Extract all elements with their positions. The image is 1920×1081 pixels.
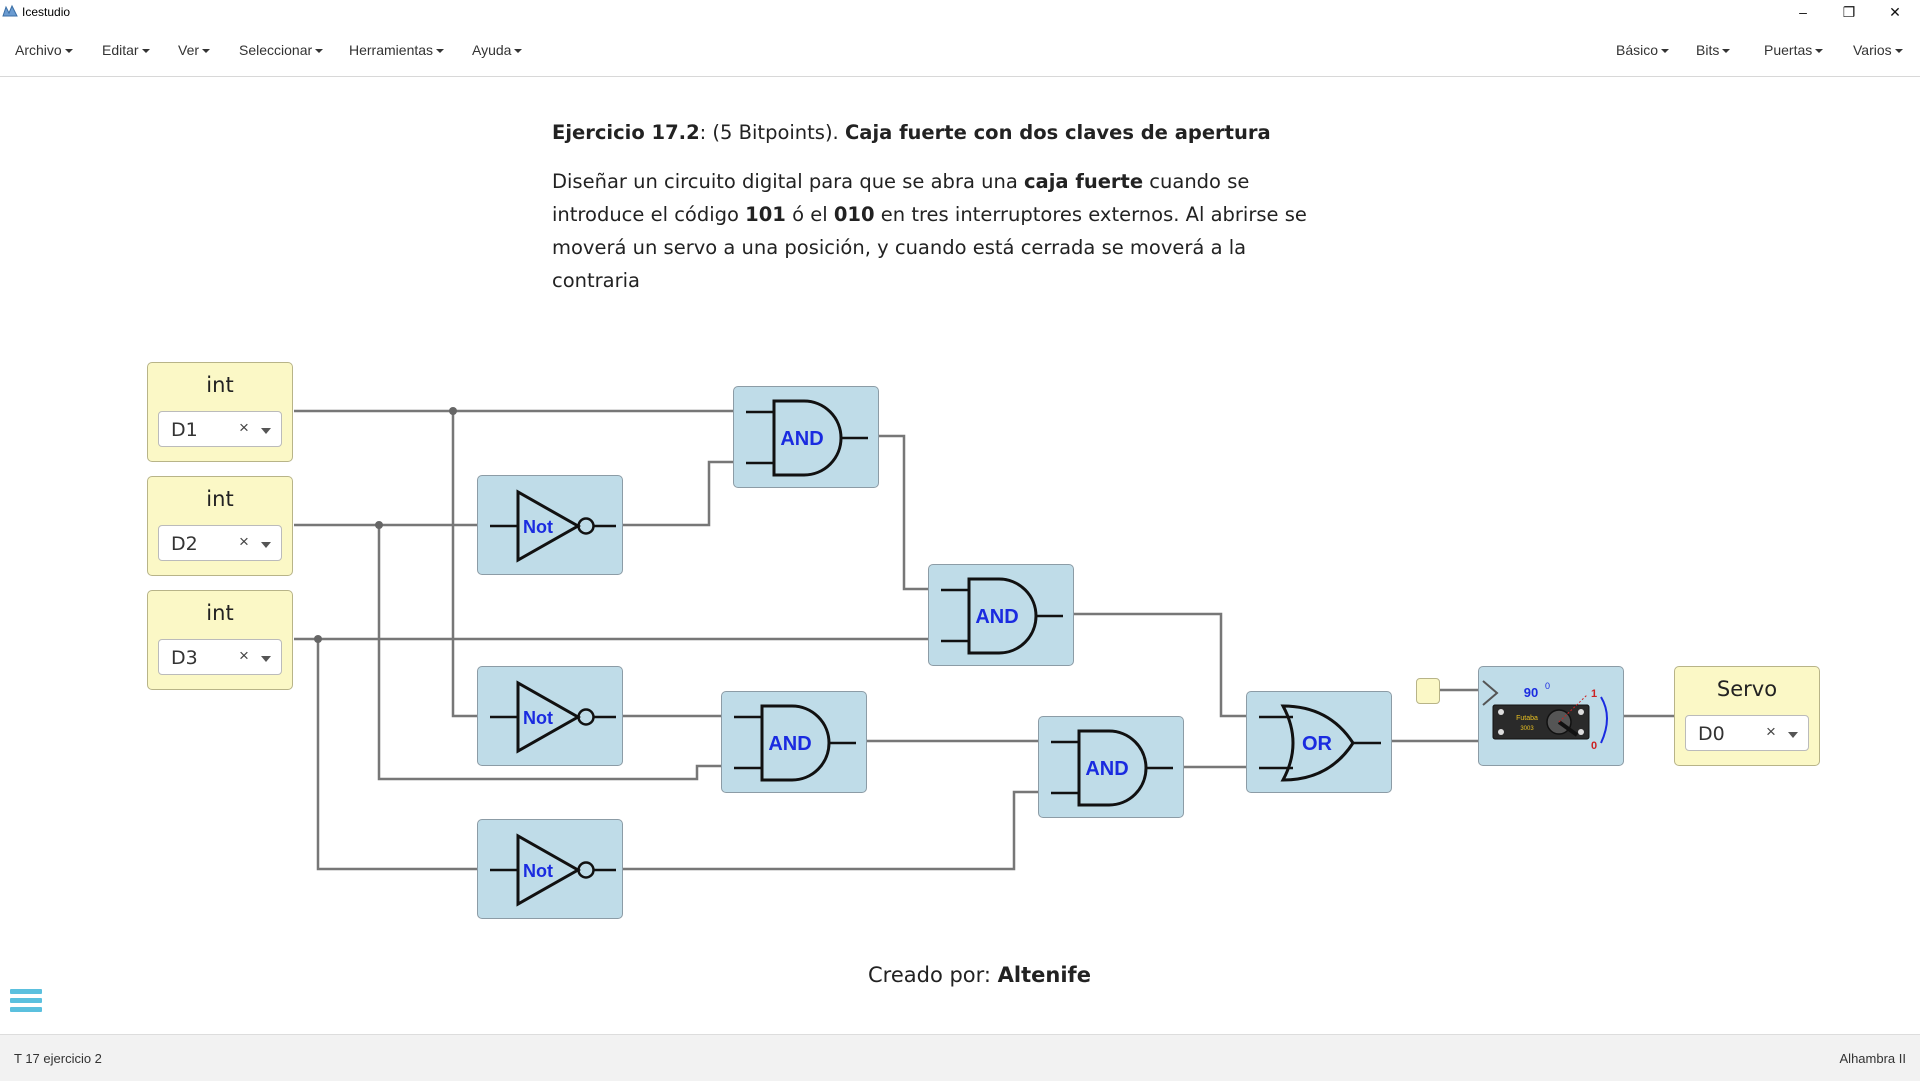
not-gate-3[interactable]: Not bbox=[477, 819, 623, 919]
pin-value: D2 bbox=[171, 533, 198, 555]
output-block-servo[interactable]: Servo D0 × bbox=[1674, 666, 1820, 766]
wire bbox=[877, 434, 930, 591]
input-block-d1[interactable]: int D1 × bbox=[147, 362, 293, 462]
hamburger-menu-icon[interactable] bbox=[10, 989, 42, 1019]
and-gate-3[interactable]: AND bbox=[721, 691, 867, 793]
servo-label-0: 0 bbox=[1591, 740, 1597, 752]
gate-label: Not bbox=[523, 708, 553, 728]
servo-model: 3003 bbox=[1520, 726, 1534, 732]
not-gate-1[interactable]: Not bbox=[477, 475, 623, 575]
servo-icon: 90 0 Futaba 3003 1 0 bbox=[1482, 680, 1608, 752]
servo-degree: 0 bbox=[1545, 681, 1550, 691]
hamburger-bar bbox=[10, 998, 42, 1003]
or-gate[interactable]: OR bbox=[1246, 691, 1392, 793]
input-block-d3[interactable]: int D3 × bbox=[147, 590, 293, 690]
hamburger-bar bbox=[10, 1007, 42, 1012]
clear-icon[interactable]: × bbox=[239, 532, 249, 552]
gate-label: AND bbox=[1085, 758, 1128, 780]
parameter-input[interactable] bbox=[1416, 678, 1440, 704]
pin-select-d3[interactable]: D3 × bbox=[158, 639, 282, 675]
not-gate-2[interactable]: Not bbox=[477, 666, 623, 766]
board-name[interactable]: Alhambra II bbox=[1840, 1051, 1906, 1066]
and-gate-1[interactable]: AND bbox=[733, 386, 879, 488]
input-block-d2[interactable]: int D2 × bbox=[147, 476, 293, 576]
pin-value: D3 bbox=[171, 647, 198, 669]
clear-icon[interactable]: × bbox=[239, 418, 249, 438]
gate-label: AND bbox=[768, 733, 811, 755]
pin-select-d0[interactable]: D0 × bbox=[1685, 715, 1809, 751]
wire bbox=[451, 411, 478, 718]
gate-label: AND bbox=[780, 428, 823, 450]
chevron-down-icon[interactable] bbox=[261, 428, 271, 434]
input-type-label: int bbox=[206, 487, 234, 511]
servo-angle: 90 bbox=[1524, 685, 1538, 700]
chevron-down-icon[interactable] bbox=[261, 656, 271, 662]
not-gate-icon: Not bbox=[490, 489, 616, 563]
gate-label: OR bbox=[1302, 733, 1333, 755]
not-gate-icon: Not bbox=[490, 680, 616, 754]
chevron-down-icon[interactable] bbox=[261, 542, 271, 548]
clear-icon[interactable]: × bbox=[1766, 722, 1776, 742]
project-name: T 17 ejercicio 2 bbox=[14, 1051, 102, 1066]
credit-text: Creado por: Altenife bbox=[868, 963, 1091, 987]
credit-author: Altenife bbox=[997, 963, 1091, 987]
and-gate-icon: AND bbox=[746, 399, 868, 477]
pin-value: D1 bbox=[171, 419, 198, 441]
wire-junction bbox=[314, 635, 322, 643]
and-gate-icon: AND bbox=[941, 577, 1063, 655]
or-gate-icon: OR bbox=[1259, 704, 1381, 782]
input-type-label: int bbox=[206, 601, 234, 625]
wire bbox=[1072, 612, 1247, 718]
wire-junction bbox=[449, 407, 457, 415]
clear-icon[interactable]: × bbox=[239, 646, 249, 666]
servo-block[interactable]: 90 0 Futaba 3003 1 0 bbox=[1478, 666, 1624, 766]
not-gate-icon: Not bbox=[490, 833, 616, 907]
wire bbox=[622, 790, 1040, 871]
chevron-down-icon[interactable] bbox=[1788, 732, 1798, 738]
pin-select-d2[interactable]: D2 × bbox=[158, 525, 282, 561]
wire bbox=[622, 460, 736, 527]
and-gate-icon: AND bbox=[734, 704, 856, 782]
servo-label-1: 1 bbox=[1591, 688, 1597, 700]
and-gate-4[interactable]: AND bbox=[1038, 716, 1184, 818]
hamburger-bar bbox=[10, 989, 42, 994]
gate-label: AND bbox=[975, 606, 1018, 628]
and-gate-2[interactable]: AND bbox=[928, 564, 1074, 666]
status-bar: T 17 ejercicio 2 Alhambra II bbox=[0, 1034, 1920, 1081]
output-label: Servo bbox=[1716, 677, 1778, 701]
and-gate-icon: AND bbox=[1051, 729, 1173, 807]
wire-junction bbox=[375, 521, 383, 529]
pin-value: D0 bbox=[1698, 723, 1725, 745]
credit-prefix: Creado por: bbox=[868, 963, 998, 987]
input-type-label: int bbox=[206, 373, 234, 397]
pin-select-d1[interactable]: D1 × bbox=[158, 411, 282, 447]
servo-brand: Futaba bbox=[1516, 715, 1538, 722]
gate-label: Not bbox=[523, 517, 553, 537]
gate-label: Not bbox=[523, 861, 553, 881]
